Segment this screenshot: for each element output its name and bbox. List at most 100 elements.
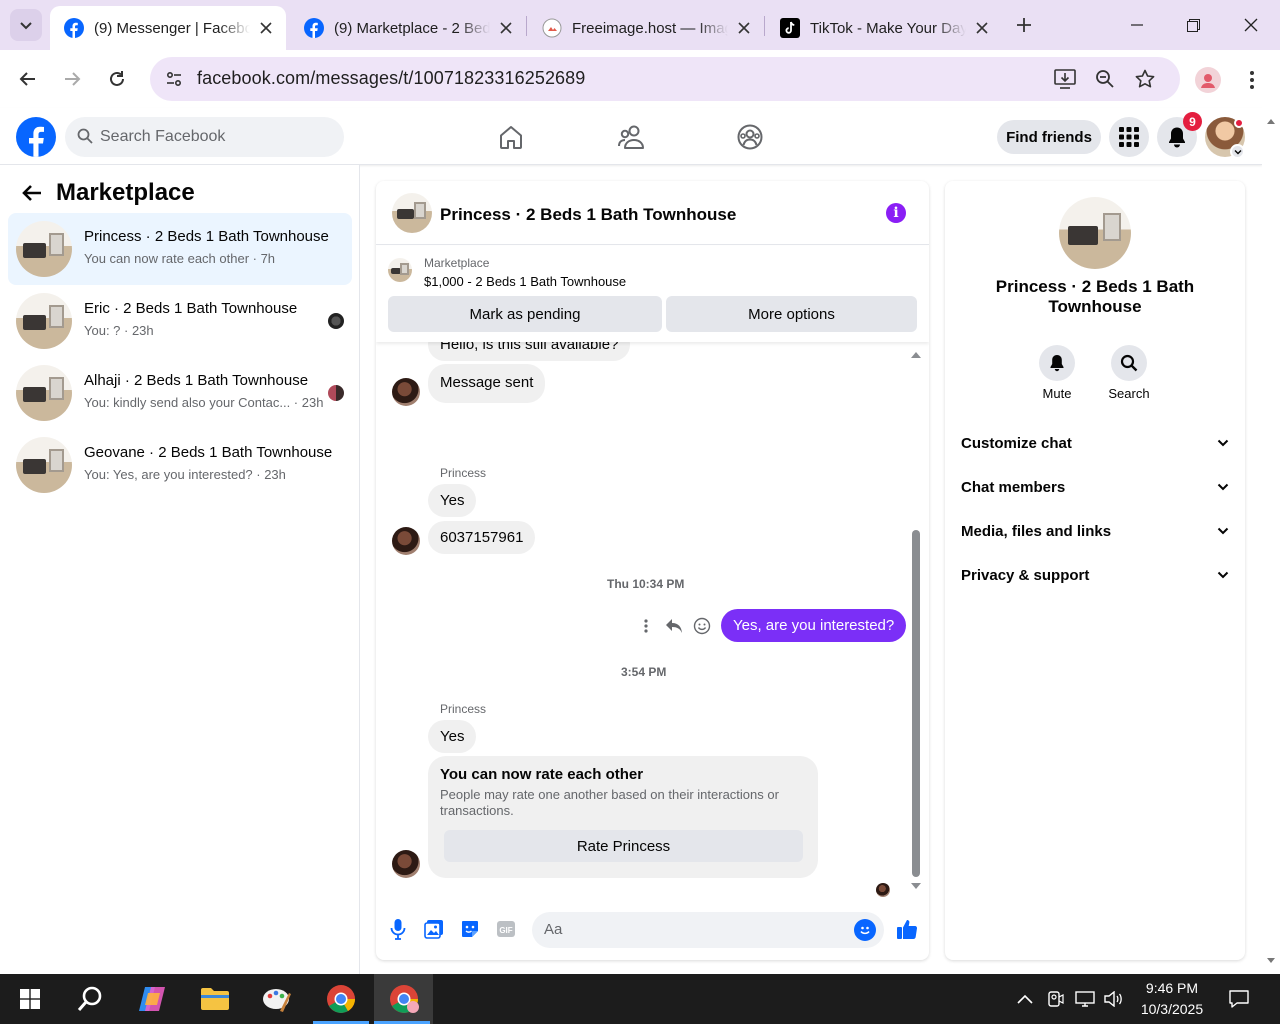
section-privacy-support[interactable]: Privacy & support bbox=[953, 553, 1237, 597]
taskbar-clock[interactable]: 9:46 PM 10/3/2025 bbox=[1130, 978, 1214, 1020]
section-customize-chat[interactable]: Customize chat bbox=[953, 421, 1237, 465]
tab-title: (9) Marketplace - 2 Beds 1 Bath Townhous… bbox=[334, 19, 490, 37]
reply-icon[interactable] bbox=[660, 614, 688, 638]
page-scrollbar[interactable] bbox=[1262, 108, 1280, 974]
more-vertical-icon[interactable] bbox=[632, 614, 660, 638]
bell-icon bbox=[1169, 127, 1185, 148]
new-tab-button[interactable] bbox=[1010, 11, 1038, 39]
listing-thumbnail[interactable] bbox=[392, 193, 432, 233]
zoom-icon[interactable] bbox=[1093, 67, 1117, 91]
message-composer: GIF Aa bbox=[376, 897, 929, 960]
taskbar-search-button[interactable] bbox=[62, 974, 118, 1024]
chevron-down-icon bbox=[1217, 527, 1229, 535]
section-chat-members[interactable]: Chat members bbox=[953, 465, 1237, 509]
site-info-icon[interactable] bbox=[160, 65, 188, 93]
mute-button[interactable]: Mute bbox=[1025, 345, 1089, 401]
taskbar-copilot[interactable] bbox=[124, 974, 180, 1024]
browser-profile-avatar[interactable] bbox=[1195, 67, 1221, 93]
windows-taskbar: 9:46 PM 10/3/2025 bbox=[0, 974, 1280, 1024]
thread-name: Alhaji · 2 Beds 1 Bath Townhouse bbox=[84, 372, 309, 389]
groups-icon bbox=[737, 124, 763, 150]
thread-item[interactable]: Alhaji · 2 Beds 1 Bath Townhouse You: ki… bbox=[8, 357, 352, 429]
thread-item[interactable]: Princess · 2 Beds 1 Bath Townhouse You c… bbox=[8, 213, 352, 285]
search-in-chat-button[interactable]: Search bbox=[1097, 345, 1161, 401]
info-icon[interactable]: i bbox=[886, 203, 906, 223]
tray-camera-icon[interactable] bbox=[1045, 989, 1065, 1009]
browser-tab-freeimage[interactable]: Freeimage.host — Image Hosting bbox=[528, 6, 764, 50]
tab-search-button[interactable] bbox=[10, 9, 42, 41]
thread-preview: You can now rate each other · 7h bbox=[84, 251, 276, 266]
nav-home[interactable] bbox=[495, 122, 527, 152]
nav-friends[interactable] bbox=[615, 122, 647, 152]
plus-icon bbox=[1017, 18, 1031, 32]
listing-price-title[interactable]: $1,000 - 2 Beds 1 Bath Townhouse bbox=[424, 274, 626, 289]
close-icon[interactable] bbox=[256, 18, 276, 38]
chat-header: Princess · 2 Beds 1 Bath Townhouse i bbox=[376, 181, 929, 245]
start-button[interactable] bbox=[2, 974, 58, 1024]
thread-item[interactable]: Geovane · 2 Beds 1 Bath Townhouse You: Y… bbox=[8, 429, 352, 501]
photo-icon[interactable] bbox=[422, 917, 446, 941]
my-message-bubble: Yes, are you interested? bbox=[721, 609, 907, 642]
minimize-button[interactable] bbox=[1108, 0, 1166, 50]
restore-button[interactable] bbox=[1164, 0, 1222, 50]
like-thumb-icon[interactable] bbox=[895, 917, 919, 941]
search-icon bbox=[77, 986, 102, 1011]
close-icon[interactable] bbox=[734, 18, 754, 38]
nav-groups[interactable] bbox=[734, 122, 766, 152]
rate-princess-button[interactable]: Rate Princess bbox=[444, 830, 803, 862]
seen-avatar bbox=[328, 385, 344, 401]
bookmark-star-icon[interactable] bbox=[1133, 67, 1157, 91]
tray-volume-icon[interactable] bbox=[1104, 989, 1124, 1009]
forward-button[interactable] bbox=[55, 62, 89, 96]
close-window-button[interactable] bbox=[1222, 0, 1280, 50]
grid-menu-icon bbox=[1119, 127, 1139, 147]
scroll-down-arrow-icon bbox=[1267, 958, 1275, 963]
emoji-icon[interactable] bbox=[854, 919, 876, 941]
windows-logo-icon bbox=[20, 989, 40, 1009]
tray-network-icon[interactable] bbox=[1075, 989, 1095, 1009]
address-bar[interactable]: facebook.com/messages/t/1007182331625268… bbox=[150, 57, 1180, 101]
taskbar-chrome-1[interactable] bbox=[313, 974, 369, 1024]
find-friends-button[interactable]: Find friends bbox=[997, 120, 1101, 154]
sticker-icon[interactable] bbox=[458, 917, 482, 941]
back-button[interactable] bbox=[11, 62, 45, 96]
taskbar-chrome-2[interactable] bbox=[374, 974, 433, 1024]
close-icon[interactable] bbox=[496, 18, 516, 38]
menu-button[interactable] bbox=[1109, 117, 1149, 157]
section-media-files-links[interactable]: Media, files and links bbox=[953, 509, 1237, 553]
message-input[interactable]: Aa bbox=[532, 912, 884, 948]
reload-button[interactable] bbox=[100, 62, 134, 96]
scrollbar-thumb[interactable] bbox=[912, 530, 920, 877]
facebook-logo[interactable] bbox=[16, 117, 56, 157]
gif-icon[interactable]: GIF bbox=[494, 917, 518, 941]
notification-center-icon[interactable] bbox=[1229, 989, 1249, 1009]
message-timestamp: Thu 10:34 PM bbox=[607, 577, 685, 591]
listing-thumbnail[interactable] bbox=[1059, 197, 1131, 269]
chat-info-panel: Princess · 2 Beds 1 Bath Townhouse Mute … bbox=[945, 181, 1245, 960]
url-text[interactable]: facebook.com/messages/t/1007182331625268… bbox=[197, 68, 585, 89]
back-arrow-icon[interactable] bbox=[20, 181, 44, 205]
install-app-icon[interactable] bbox=[1053, 67, 1077, 91]
section-label: Customize chat bbox=[961, 434, 1072, 452]
thread-item[interactable]: Eric · 2 Beds 1 Bath Townhouse You: ? · … bbox=[8, 285, 352, 357]
microphone-icon[interactable] bbox=[386, 917, 410, 941]
message-bubble: Yes bbox=[428, 484, 477, 517]
browser-tab-marketplace[interactable]: (9) Marketplace - 2 Beds 1 Bath Townhous… bbox=[290, 6, 526, 50]
browser-tab-messenger[interactable]: (9) Messenger | Facebook bbox=[50, 6, 286, 50]
chat-scrollbar[interactable] bbox=[908, 348, 924, 893]
message-bubble: Yes bbox=[428, 720, 477, 753]
browser-tab-tiktok[interactable]: TikTok - Make Your Day bbox=[766, 6, 1002, 50]
browser-menu-button[interactable] bbox=[1240, 66, 1264, 94]
chat-title[interactable]: Princess · 2 Beds 1 Bath Townhouse bbox=[440, 205, 736, 225]
chevron-down-icon[interactable] bbox=[1230, 144, 1245, 159]
facebook-search-input[interactable]: Search Facebook bbox=[65, 117, 344, 157]
more-options-button[interactable]: More options bbox=[666, 296, 917, 332]
mark-as-pending-button[interactable]: Mark as pending bbox=[388, 296, 662, 332]
close-icon[interactable] bbox=[972, 18, 992, 38]
emoji-icon[interactable] bbox=[688, 614, 716, 638]
tray-chevron-up-icon[interactable] bbox=[1015, 989, 1035, 1009]
account-status-dot bbox=[1234, 118, 1244, 128]
marketplace-thread-list: Marketplace Princess · 2 Beds 1 Bath Tow… bbox=[0, 165, 360, 974]
taskbar-file-explorer[interactable] bbox=[187, 974, 243, 1024]
taskbar-paint[interactable] bbox=[249, 974, 305, 1024]
